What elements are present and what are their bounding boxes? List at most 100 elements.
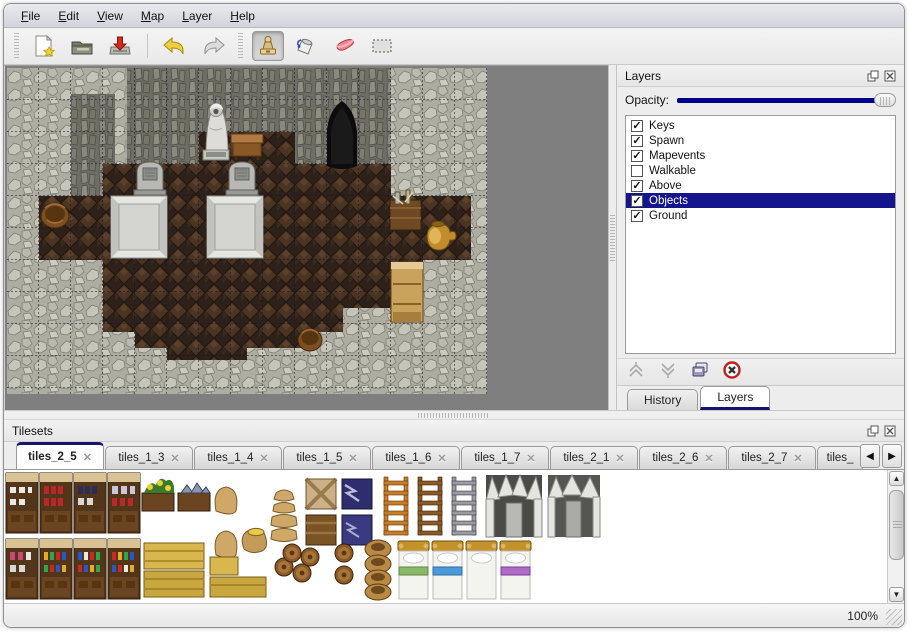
- menu-file[interactable]: File: [12, 6, 49, 26]
- close-tab-icon[interactable]: ✕: [704, 452, 713, 465]
- close-tab-icon[interactable]: ✕: [793, 452, 802, 465]
- menu-edit[interactable]: Edit: [49, 6, 88, 26]
- layer-checkbox[interactable]: ✓: [631, 180, 643, 192]
- fill-tool-button[interactable]: [290, 31, 322, 61]
- scroll-up-button[interactable]: ▲: [889, 471, 904, 486]
- menu-layer[interactable]: Layer: [173, 6, 221, 26]
- scroll-down-button[interactable]: ▼: [889, 587, 904, 602]
- tile-crates[interactable]: [306, 479, 372, 545]
- close-tab-icon[interactable]: ✕: [526, 452, 535, 465]
- tile-planter-flowers[interactable]: [142, 479, 174, 511]
- float-panel-button[interactable]: [866, 69, 879, 82]
- gravestone: [226, 162, 258, 195]
- opacity-row: Opacity:: [617, 87, 904, 113]
- tile-shelves-row2[interactable]: [6, 539, 140, 599]
- tileset-tab-tiles_2_6[interactable]: tiles_2_6✕: [639, 446, 727, 469]
- tile-stone-doorways[interactable]: [486, 475, 600, 537]
- tileset-tab-tiles_1_6[interactable]: tiles_1_6✕: [372, 446, 460, 469]
- float-icon: [867, 70, 879, 82]
- layer-checkbox[interactable]: ✓: [631, 210, 643, 222]
- save-icon: [107, 33, 133, 59]
- tileset-tab-tiles_2_7[interactable]: tiles_2_7✕: [728, 446, 816, 469]
- tile-planter-ore[interactable]: [178, 483, 210, 511]
- tileset-tab-tiles_2_5[interactable]: tiles_2_5✕: [16, 442, 104, 469]
- close-tab-icon[interactable]: ✕: [170, 452, 179, 465]
- layer-checkbox[interactable]: ✓: [631, 135, 643, 147]
- tile-shelves-row1[interactable]: [6, 473, 140, 533]
- table: [231, 134, 263, 160]
- move-layer-up-button[interactable]: [627, 361, 645, 384]
- close-tab-icon[interactable]: ✕: [615, 452, 624, 465]
- scrollbar-thumb[interactable]: [889, 490, 904, 560]
- menu-map[interactable]: Map: [132, 6, 173, 26]
- layer-row-ground[interactable]: ✓Ground: [626, 208, 895, 223]
- tileset-grid[interactable]: [4, 471, 876, 601]
- layer-checkbox[interactable]: ✓: [631, 150, 643, 162]
- float-panel-button[interactable]: [866, 424, 879, 437]
- move-layer-down-button[interactable]: [659, 361, 677, 384]
- horizontal-splitter[interactable]: [4, 410, 904, 419]
- undo-button[interactable]: [159, 31, 191, 61]
- menu-view[interactable]: View: [88, 6, 132, 26]
- tile-pots[interactable]: [365, 540, 391, 600]
- tile-beds[interactable]: [398, 541, 531, 599]
- close-tab-icon[interactable]: ✕: [259, 452, 268, 465]
- new-file-icon: [31, 33, 57, 59]
- toolbar-grip[interactable]: [238, 33, 243, 59]
- duplicate-layer-button[interactable]: [691, 361, 709, 384]
- close-tab-icon[interactable]: ✕: [437, 452, 446, 465]
- layer-row-objects[interactable]: ✓Objects: [626, 193, 895, 208]
- close-tab-icon[interactable]: ✕: [83, 451, 92, 464]
- map-canvas-area[interactable]: [4, 65, 608, 410]
- tile-barrels[interactable]: [275, 544, 353, 584]
- tab-layers[interactable]: Layers: [700, 386, 770, 410]
- new-map-button[interactable]: [28, 31, 60, 61]
- redo-button[interactable]: [197, 31, 229, 61]
- close-panel-button[interactable]: [883, 424, 896, 437]
- opacity-slider-handle[interactable]: [874, 93, 896, 107]
- layer-checkbox[interactable]: [631, 165, 643, 177]
- tileset-tab-truncated[interactable]: tiles_: [817, 446, 863, 469]
- tileset-tab-tiles_1_7[interactable]: tiles_1_7✕: [461, 446, 549, 469]
- map-canvas[interactable]: [7, 68, 487, 394]
- select-tool-button[interactable]: [366, 31, 398, 61]
- layer-row-walkable[interactable]: Walkable: [626, 163, 895, 178]
- save-map-button[interactable]: [104, 31, 136, 61]
- layer-list[interactable]: ✓Keys ✓Spawn ✓Mapevents Walkable ✓Above …: [625, 115, 896, 354]
- layer-checkbox[interactable]: ✓: [631, 120, 643, 132]
- close-icon: [884, 425, 896, 437]
- stamp-tool-button[interactable]: [252, 31, 284, 61]
- tileset-vertical-scrollbar[interactable]: ▲ ▼: [887, 470, 904, 603]
- menu-help[interactable]: Help: [221, 6, 264, 26]
- tab-history[interactable]: History: [627, 389, 698, 410]
- splitter-grip: [418, 413, 490, 418]
- layer-row-keys[interactable]: ✓Keys: [626, 118, 895, 133]
- tileset-content: ▲ ▼: [4, 469, 904, 603]
- tile-ladders[interactable]: [384, 477, 476, 535]
- layer-checkbox[interactable]: ✓: [631, 195, 643, 207]
- eraser-tool-button[interactable]: [328, 31, 360, 61]
- layer-row-above[interactable]: ✓Above: [626, 178, 895, 193]
- resize-grip[interactable]: [886, 609, 902, 625]
- splitter-grip: [610, 215, 615, 261]
- scroll-tabs-left-button[interactable]: ◀: [860, 444, 880, 468]
- zoom-level: 100%: [847, 609, 878, 623]
- open-map-button[interactable]: [66, 31, 98, 61]
- delete-layer-button[interactable]: [723, 361, 741, 384]
- tileset-tab-tiles_1_3[interactable]: tiles_1_3✕: [105, 446, 193, 469]
- tileset-tab-tiles_1_4[interactable]: tiles_1_4✕: [194, 446, 282, 469]
- scroll-tabs-right-button[interactable]: ▶: [882, 444, 902, 468]
- vertical-splitter[interactable]: [608, 65, 616, 410]
- tileset-tab-tiles_1_5[interactable]: tiles_1_5✕: [283, 446, 371, 469]
- close-tab-icon[interactable]: ✕: [348, 452, 357, 465]
- opacity-slider[interactable]: [677, 92, 896, 108]
- app-window: File Edit View Map Layer Help: [3, 3, 905, 628]
- layer-row-mapevents[interactable]: ✓Mapevents: [626, 148, 895, 163]
- open-folder-icon: [69, 33, 95, 59]
- layer-row-spawn[interactable]: ✓Spawn: [626, 133, 895, 148]
- close-panel-button[interactable]: [883, 69, 896, 82]
- tileset-tab-tiles_2_1[interactable]: tiles_2_1✕: [550, 446, 638, 469]
- toolbar-grip[interactable]: [14, 33, 19, 59]
- menu-bar: File Edit View Map Layer Help: [4, 4, 904, 28]
- stamp-icon: [255, 33, 281, 59]
